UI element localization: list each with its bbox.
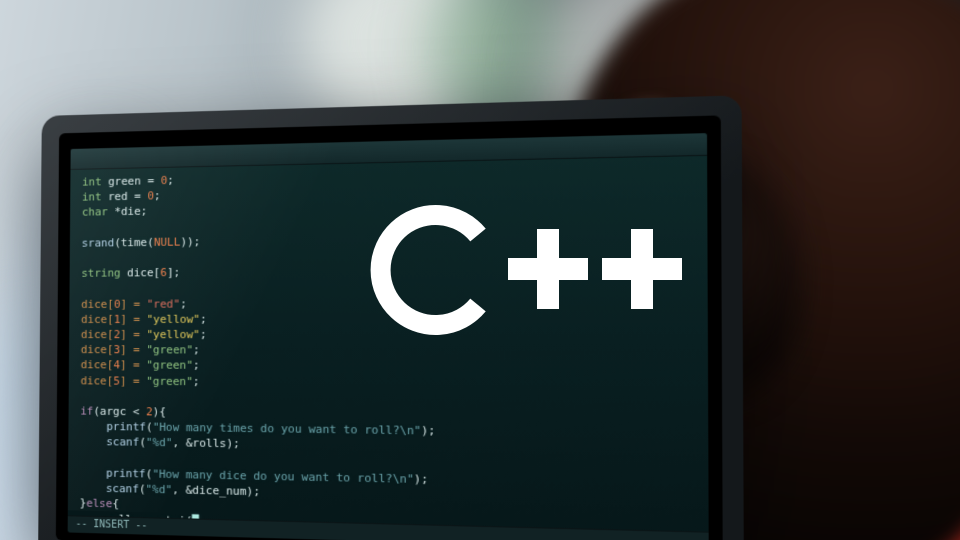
editor-screen: int green = 0; int red = 0; char *die; s… bbox=[68, 133, 709, 540]
code-block: int green = 0; int red = 0; char *die; s… bbox=[79, 161, 709, 540]
editor-mode: -- INSERT -- bbox=[76, 519, 148, 532]
laptop: int green = 0; int red = 0; char *die; s… bbox=[38, 95, 744, 540]
photo-scene: ME int green = 0; int red = 0; char *die… bbox=[0, 0, 960, 540]
